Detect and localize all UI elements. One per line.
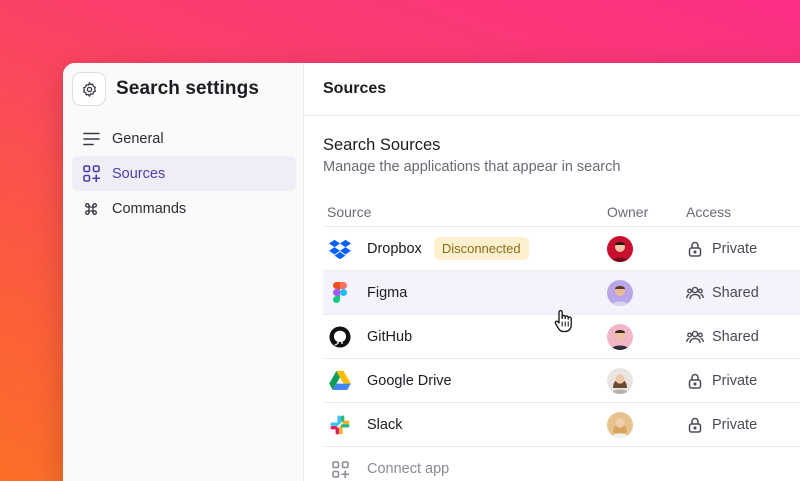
app-name: Slack [367, 416, 403, 433]
github-icon [329, 325, 351, 348]
sources-table: Source Owner Access Dropbox Disconnected [323, 197, 800, 481]
connect-app-button[interactable]: Connect app [323, 447, 800, 481]
app-name: Google Drive [367, 372, 452, 389]
table-row[interactable]: Dropbox Disconnected Private [323, 227, 800, 271]
table-row[interactable]: Google Drive Private [323, 359, 800, 403]
connect-app-label: Connect app [367, 461, 450, 477]
app-name: GitHub [367, 328, 413, 345]
sidebar-item-general[interactable]: General [72, 121, 296, 156]
sidebar-title: Search settings [116, 78, 259, 99]
table-header: Source Owner Access [323, 197, 800, 227]
column-access: Access [686, 203, 732, 220]
access-label: Shared [712, 284, 759, 301]
avatar [607, 323, 633, 350]
figma-icon [329, 282, 351, 304]
sidebar-item-label: General [112, 130, 164, 147]
app-name: Dropbox [367, 240, 422, 257]
avatar [607, 411, 633, 438]
table-row[interactable]: Slack Private [323, 403, 800, 447]
lock-icon [686, 372, 704, 390]
lock-icon [686, 240, 704, 258]
page-title: Sources [304, 63, 800, 116]
section-title: Search Sources [323, 136, 441, 154]
column-source: Source [327, 203, 372, 220]
access-label: Shared [712, 328, 759, 345]
settings-window: Search settings General Sources Commands [63, 63, 800, 481]
apps-plus-icon [329, 458, 351, 480]
hand-pointer-icon [553, 309, 575, 333]
users-icon [686, 284, 704, 302]
avatar [607, 367, 633, 394]
slack-icon [329, 414, 351, 436]
column-owner: Owner [607, 203, 649, 220]
status-badge: Disconnected [433, 237, 529, 260]
menu-lines-icon [82, 130, 100, 148]
sidebar-item-label: Sources [112, 165, 166, 182]
gear-icon[interactable] [72, 72, 106, 106]
apps-plus-icon [82, 165, 100, 183]
avatar [607, 235, 633, 262]
access-label: Private [712, 416, 758, 433]
avatar [607, 279, 633, 306]
sidebar-header: Search settings [72, 72, 259, 106]
sidebar-item-label: Commands [112, 200, 187, 217]
access-label: Private [712, 240, 758, 257]
main-panel: Sources Search Sources Manage the applic… [304, 63, 800, 481]
sidebar: Search settings General Sources Commands [63, 63, 304, 481]
sidebar-nav: General Sources Commands [72, 121, 296, 226]
lock-icon [686, 416, 704, 434]
google-drive-icon [329, 370, 351, 392]
app-name: Figma [367, 284, 408, 301]
access-label: Private [712, 372, 758, 389]
sidebar-item-commands[interactable]: Commands [72, 191, 296, 226]
sidebar-item-sources[interactable]: Sources [72, 156, 296, 191]
command-icon [82, 200, 100, 218]
section-subtitle: Manage the applications that appear in s… [323, 159, 621, 175]
users-icon [686, 328, 704, 346]
dropbox-icon [329, 238, 351, 260]
